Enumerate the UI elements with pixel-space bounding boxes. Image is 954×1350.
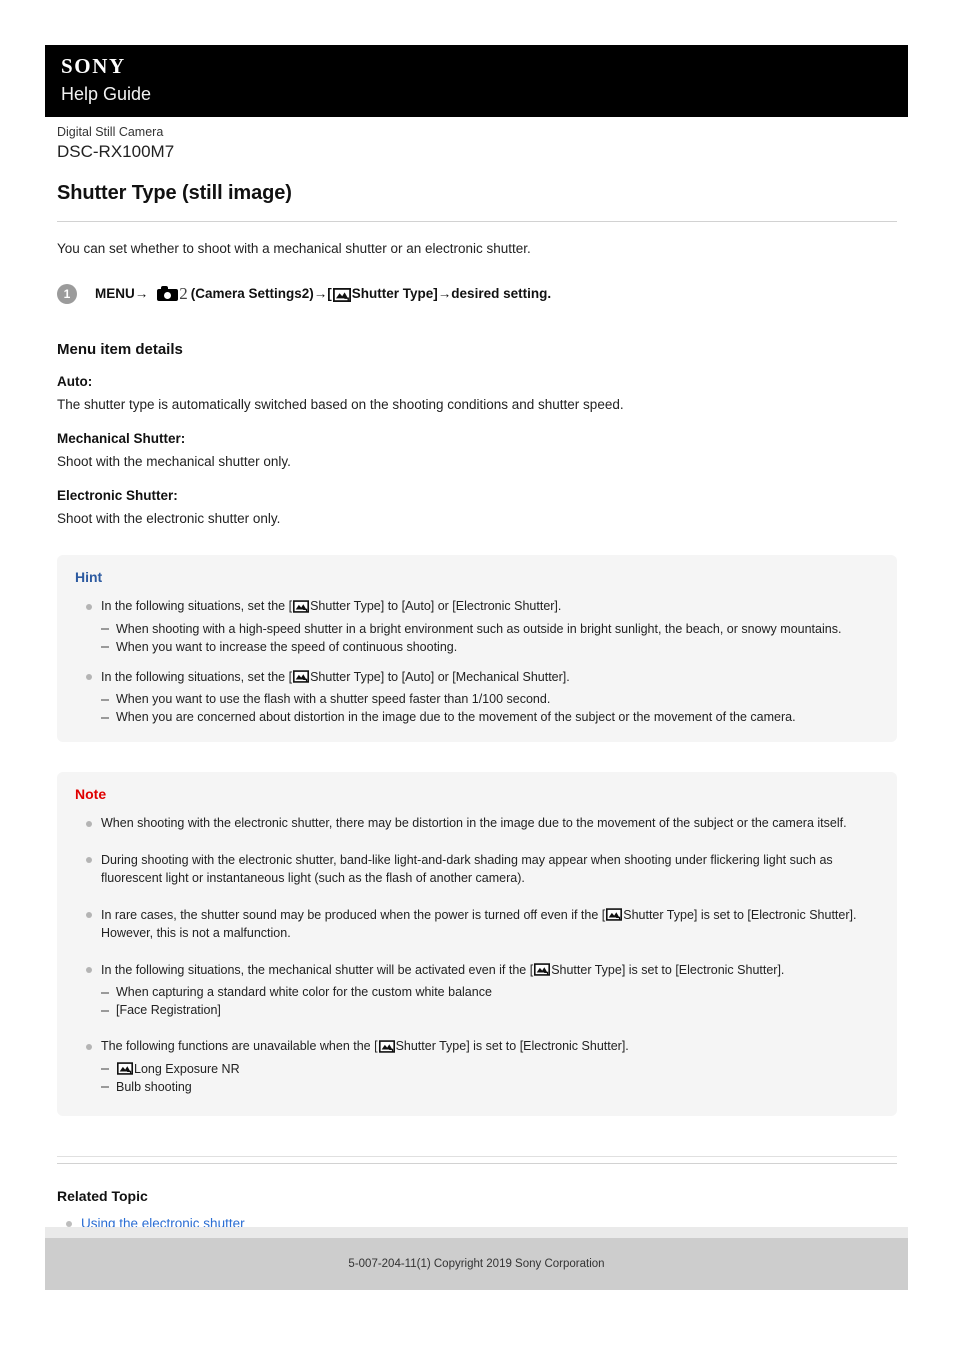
sub-bullet-text: Long Exposure NR — [134, 1061, 240, 1076]
step-text-part-3: Shutter Type]→desired setting. — [351, 286, 552, 301]
still-image-icon — [534, 963, 551, 976]
article-content: Shutter Type (still image) You can set w… — [57, 182, 897, 1263]
step-instruction: MENU→ 2 (Camera Settings2)→[ Shutter Typ… — [95, 283, 551, 304]
list-item: When shooting with the electronic shutte… — [75, 814, 879, 833]
step-number-badge: 1 — [57, 284, 77, 304]
hint-callout: Hint In the following situations, set th… — [57, 555, 897, 742]
note-title: Note — [75, 786, 107, 802]
footer-spacer-bar — [45, 1227, 908, 1238]
bullet-text-post: Shutter Type] is set to [Electronic Shut… — [395, 1039, 629, 1053]
product-identity: Digital Still Camera DSC-RX100M7 — [57, 124, 174, 163]
list-item: In the following situations, set the [ S… — [75, 597, 879, 656]
sub-bullet-list: Long Exposure NR Bulb shooting — [101, 1060, 879, 1096]
bullet-text-post: Shutter Type] to [Auto] or [Mechanical S… — [310, 669, 570, 684]
help-guide-label: Help Guide — [61, 84, 152, 104]
list-item: In the following situations, the mechani… — [75, 961, 879, 1020]
menu-item-details-heading: Menu item details — [57, 341, 183, 358]
hint-bullet-list: In the following situations, set the [ S… — [75, 597, 879, 726]
list-item: When you are concerned about distortion … — [101, 708, 879, 726]
menu-item-definition: The shutter type is automatically switch… — [57, 397, 624, 412]
procedure-step: 1 MENU→ 2 (Camera Settings2)→[ Shutter T… — [57, 283, 897, 304]
list-item: The following functions are unavailable … — [75, 1037, 879, 1096]
menu-item-term: Auto: — [57, 374, 93, 389]
help-guide-page: SONY Help Guide Digital Still Camera DSC… — [0, 0, 954, 1350]
product-model: DSC-RX100M7 — [57, 142, 175, 161]
list-item: Bulb shooting — [101, 1078, 879, 1096]
menu-item-term: Electronic Shutter: — [57, 488, 178, 503]
bullet-text-pre: When shooting with the electronic shutte… — [101, 816, 847, 830]
site-footer: 5-007-204-11(1) Copyright 2019 Sony Corp… — [45, 1238, 908, 1290]
note-bullet-list: When shooting with the electronic shutte… — [75, 814, 879, 1096]
list-item: In the following situations, set the [ S… — [75, 668, 879, 727]
copyright-text: 5-007-204-11(1) Copyright 2019 Sony Corp… — [348, 1258, 605, 1270]
list-item: During shooting with the electronic shut… — [75, 851, 879, 888]
related-topic-dividers — [57, 1155, 897, 1164]
still-image-icon — [606, 908, 623, 921]
list-item: Long Exposure NR — [101, 1060, 879, 1078]
hint-title: Hint — [75, 569, 103, 585]
menu-item-definition: Shoot with the electronic shutter only. — [57, 511, 281, 526]
menu-item-term: Mechanical Shutter: — [57, 431, 186, 446]
step-text-part-2: (Camera Settings2)→[ — [190, 286, 332, 301]
sub-bullet-list: When shooting with a high-speed shutter … — [101, 620, 879, 656]
bullet-text-pre: During shooting with the electronic shut… — [101, 852, 833, 886]
bullet-text-pre: The following functions are unavailable … — [101, 1039, 378, 1053]
list-item: When shooting with a high-speed shutter … — [101, 620, 879, 638]
still-image-icon — [117, 1062, 133, 1075]
site-header: SONY Help Guide — [45, 45, 908, 117]
note-callout: Note When shooting with the electronic s… — [57, 772, 897, 1116]
camera-icon — [157, 286, 179, 301]
menu-item-definition: Shoot with the mechanical shutter only. — [57, 454, 291, 469]
bullet-text-post: Shutter Type] is set to [Electronic Shut… — [551, 962, 785, 977]
list-item: When you want to use the flash with a sh… — [101, 690, 879, 708]
still-image-icon — [293, 599, 310, 613]
article-intro: You can set whether to shoot with a mech… — [57, 241, 531, 256]
sub-bullet-list: When capturing a standard white color fo… — [101, 983, 879, 1019]
bullet-text-pre: In the following situations, set the [ — [101, 669, 293, 684]
bullet-text-pre: In the following situations, the mechani… — [101, 962, 534, 977]
product-category: Digital Still Camera — [57, 125, 164, 139]
still-image-icon — [378, 1039, 395, 1053]
step-text-part-1: MENU→ — [95, 286, 149, 301]
sony-logo: SONY — [61, 54, 126, 78]
still-image-icon — [293, 670, 310, 683]
page-title: Shutter Type (still image) — [57, 182, 292, 204]
divider-lower — [57, 1162, 897, 1164]
related-topic-heading: Related Topic — [57, 1187, 148, 1204]
bullet-text-post: Shutter Type] to [Auto] or [Electronic S… — [310, 599, 562, 613]
list-item: [Face Registration] — [101, 1001, 879, 1019]
sub-bullet-list: When you want to use the flash with a sh… — [101, 690, 879, 726]
list-item: When you want to increase the speed of c… — [101, 638, 879, 656]
camera-tab-number: 2 — [179, 284, 188, 303]
list-item: When capturing a standard white color fo… — [101, 983, 879, 1001]
list-item: In rare cases, the shutter sound may be … — [75, 906, 879, 943]
still-image-icon — [332, 287, 351, 302]
bullet-text-pre: In rare cases, the shutter sound may be … — [101, 907, 606, 922]
divider-upper — [57, 1155, 897, 1157]
title-divider — [57, 221, 897, 222]
bullet-text-pre: In the following situations, set the [ — [101, 599, 293, 613]
